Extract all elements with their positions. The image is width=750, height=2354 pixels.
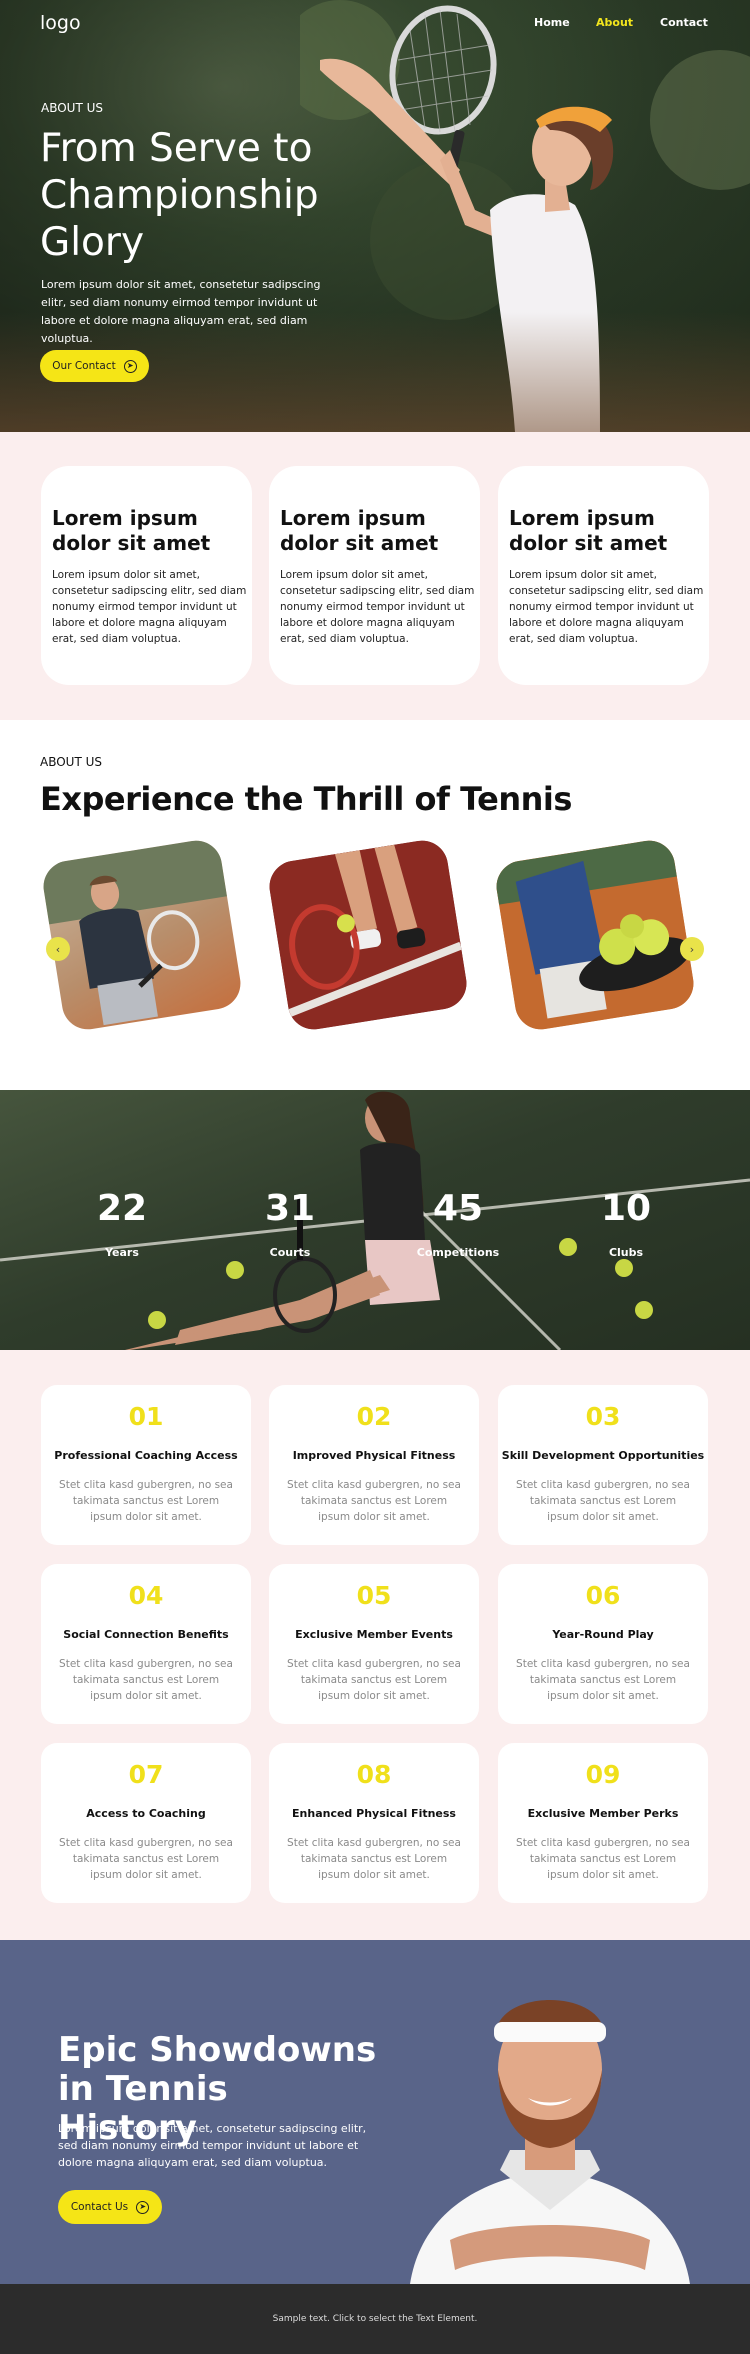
benefit-card: 06 Year-Round Play Stet clita kasd guber…: [498, 1564, 708, 1724]
gallery-image-3: [492, 836, 698, 1034]
benefit-card: 04 Social Connection Benefits Stet clita…: [41, 1564, 251, 1724]
feature-card: Lorem ipsum dolor sit amet Lorem ipsum d…: [269, 466, 480, 685]
stat-label: Competitions: [416, 1246, 500, 1259]
benefit-card: 07 Access to Coaching Stet clita kasd gu…: [41, 1743, 251, 1903]
benefit-title: Exclusive Member Perks: [527, 1807, 679, 1820]
feature-card-title: Lorem ipsum dolor sit amet: [280, 506, 439, 555]
benefit-number: 03: [585, 1402, 621, 1431]
carousel-prev-button[interactable]: ‹: [46, 937, 70, 961]
benefit-number: 07: [128, 1760, 164, 1789]
feature-card-text: Lorem ipsum dolor sit amet, consetetur s…: [280, 569, 475, 645]
hero-section: logo Home About Contact ABOUT US From Se…: [0, 0, 750, 432]
benefit-title: Professional Coaching Access: [54, 1449, 238, 1462]
benefit-title: Exclusive Member Events: [295, 1628, 453, 1641]
benefit-title: Enhanced Physical Fitness: [292, 1807, 456, 1820]
feature-card-text: Lorem ipsum dolor sit amet, consetetur s…: [509, 569, 704, 645]
stat-value: 45: [432, 1188, 484, 1229]
benefit-text: Stet clita kasd gubergren, no sea takima…: [59, 1658, 233, 1702]
benefit-card: 05 Exclusive Member Events Stet clita ka…: [269, 1564, 479, 1724]
benefit-card: 02 Improved Physical Fitness Stet clita …: [269, 1385, 479, 1545]
benefit-number: 05: [356, 1581, 392, 1610]
stat-label: Clubs: [608, 1246, 644, 1259]
benefit-number: 04: [128, 1581, 164, 1610]
benefit-text: Stet clita kasd gubergren, no sea takima…: [287, 1837, 461, 1881]
epic-section: Epic Showdowns in Tennis History Lorem i…: [0, 1940, 750, 2284]
our-contact-button[interactable]: Our Contact ➤: [40, 350, 149, 382]
epic-text: Lorem ipsum dolor sit amet, consetetur s…: [58, 2122, 367, 2169]
benefit-card: 09 Exclusive Member Perks Stet clita kas…: [498, 1743, 708, 1903]
benefit-card: 03 Skill Development Opportunities Stet …: [498, 1385, 708, 1545]
benefit-text: Stet clita kasd gubergren, no sea takima…: [516, 1837, 690, 1881]
nav-home[interactable]: Home: [534, 16, 570, 29]
benefit-text: Stet clita kasd gubergren, no sea takima…: [516, 1479, 690, 1523]
our-contact-button-label: Our Contact: [52, 360, 116, 372]
contact-us-button-label: Contact Us: [70, 2201, 129, 2213]
chevron-right-icon: ›: [689, 942, 695, 956]
gallery-image-2: [265, 836, 471, 1034]
benefit-text: Stet clita kasd gubergren, no sea takima…: [287, 1479, 461, 1523]
nav-contact[interactable]: Contact: [660, 16, 708, 29]
hero-eyebrow: ABOUT US: [41, 101, 104, 115]
nav-about[interactable]: About: [596, 16, 633, 29]
hero-title: From Serve to Championship Glory: [40, 126, 319, 265]
benefit-number: 02: [356, 1402, 392, 1431]
contact-us-button[interactable]: Contact Us ➤: [58, 2190, 162, 2224]
benefit-number: 09: [585, 1760, 621, 1789]
benefit-title: Improved Physical Fitness: [292, 1449, 456, 1462]
benefit-text: Stet clita kasd gubergren, no sea takima…: [59, 1479, 233, 1523]
arrow-right-circle-icon: ➤: [136, 2200, 150, 2214]
hero-text: Lorem ipsum dolor sit amet, consetetur s…: [41, 278, 321, 345]
benefit-text: Stet clita kasd gubergren, no sea takima…: [287, 1658, 461, 1702]
about-title: Experience the Thrill of Tennis: [40, 780, 572, 818]
man-with-racket-image: [39, 836, 227, 1026]
benefit-title: Social Connection Benefits: [63, 1628, 229, 1641]
benefit-title: Access to Coaching: [86, 1807, 206, 1820]
gallery-image-1: [39, 836, 245, 1034]
feature-card-text: Lorem ipsum dolor sit amet, consetetur s…: [52, 569, 247, 645]
logo[interactable]: logo: [40, 12, 81, 34]
benefit-text: Stet clita kasd gubergren, no sea takima…: [516, 1658, 690, 1702]
arrow-right-circle-icon: ➤: [123, 359, 137, 373]
page: logo Home About Contact ABOUT US From Se…: [0, 0, 750, 2354]
benefit-number: 06: [585, 1581, 621, 1610]
feature-card: Lorem ipsum dolor sit amet Lorem ipsum d…: [498, 466, 709, 685]
racket-and-feet-image: [265, 836, 471, 1034]
benefit-number: 08: [356, 1760, 392, 1789]
benefit-text: Stet clita kasd gubergren, no sea takima…: [59, 1837, 233, 1881]
balls-on-racket-image: [492, 836, 698, 1034]
feature-card-title: Lorem ipsum dolor sit amet: [509, 506, 668, 555]
bearded-man-image: [410, 2000, 690, 2284]
footer-text[interactable]: Sample text. Click to select the Text El…: [0, 2314, 750, 2324]
feature-card-title: Lorem ipsum dolor sit amet: [52, 506, 211, 555]
stat-value: 31: [264, 1188, 316, 1229]
stat-label: Courts: [269, 1246, 311, 1259]
chevron-left-icon: ‹: [55, 942, 61, 956]
feature-card: Lorem ipsum dolor sit amet Lorem ipsum d…: [41, 466, 252, 685]
benefit-title: Skill Development Opportunities: [501, 1449, 705, 1462]
about-eyebrow: ABOUT US: [40, 755, 103, 769]
carousel-next-button[interactable]: ›: [680, 937, 704, 961]
stat-value: 10: [600, 1188, 652, 1229]
benefit-card: 01 Professional Coaching Access Stet cli…: [41, 1385, 251, 1545]
stat-label: Years: [105, 1246, 139, 1259]
stat-value: 22: [96, 1188, 148, 1229]
benefit-number: 01: [128, 1402, 164, 1431]
benefit-card: 08 Enhanced Physical Fitness Stet clita …: [269, 1743, 479, 1903]
benefit-title: Year-Round Play: [552, 1628, 654, 1641]
footer: Sample text. Click to select the Text El…: [0, 2284, 750, 2354]
